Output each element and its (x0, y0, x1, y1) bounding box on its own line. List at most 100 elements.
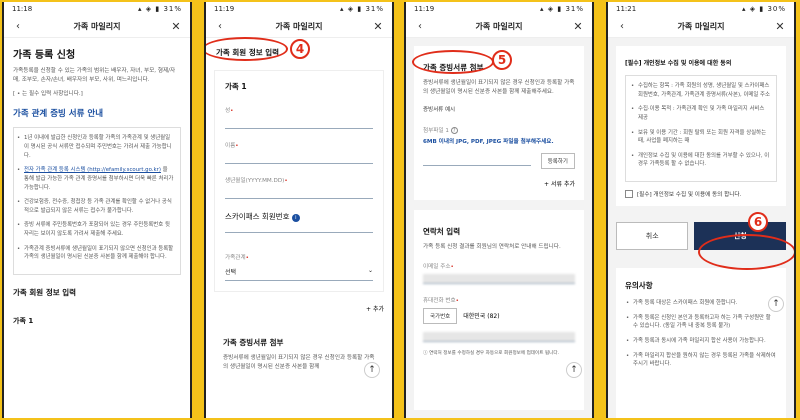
notes-section: 유의사항 가족 등록 대상은 스카이패스 회원에 한합니다. 가족 등록은 신청… (616, 268, 786, 418)
info-icon: i (291, 214, 300, 222)
nav-bar: ‹ 가족 마일리지 ✕ (4, 16, 190, 38)
guide-item: 1년 이내에 발급한 신청인과 등록할 가족의 가족관계 및 생년월일이 명시된… (17, 134, 174, 160)
nav-bar: ‹ 가족 마일리지 ✕ (206, 16, 392, 38)
chevron-left-icon[interactable]: ‹ (616, 21, 628, 32)
status-time: 11:19 (414, 5, 435, 13)
guide-item: 전자 가족 관계 등록 시스템 (http://efamily.scourt.g… (17, 166, 174, 192)
proof-desc: 증빙서류에 생년월일이 표기되지 않은 경우 신청인과 등록할 가족의 생년월일… (223, 355, 375, 370)
nav-bar: ‹ 가족 마일리지 ✕ (406, 16, 592, 38)
phone-screen-1: 11:18 ▴ ◈ ▮ 31% ‹ 가족 마일리지 ✕ 가족 등록 신청 가족등… (2, 2, 192, 418)
family-1-label: 가족 1 (225, 82, 247, 91)
consent-item: 개인정보 수집 및 이용에 대한 동의를 거부할 수 있으나, 이 경우 가족등… (631, 152, 770, 169)
skypass-label: 스카이패스 회원번호 i (225, 211, 373, 222)
chevron-left-icon[interactable]: ‹ (12, 21, 24, 32)
arrow-up-icon[interactable]: ↑ (364, 362, 380, 378)
add-document-button[interactable]: + 서류 추가 (423, 179, 575, 188)
status-bar: 11:19 ▴ ◈ ▮ 31% (214, 5, 384, 13)
status-bar: 11:18 ▴ ◈ ▮ 31% (12, 5, 182, 13)
arrow-up-icon[interactable]: ↑ (566, 362, 582, 378)
status-time: 11:19 (214, 5, 235, 13)
cancel-button[interactable]: 취소 (616, 222, 689, 251)
example-link[interactable]: 증빙서류 예시 (423, 102, 461, 116)
contact-title: 연락처 입력 (423, 226, 461, 236)
consent-title: [필수] 개인정보 수집 및 이용에 대한 동의 (625, 60, 732, 67)
guide-item: 건강보험증, 전수증, 청첩장 등 가족 관계를 확인할 수 없거나 공식적으로… (17, 198, 174, 215)
relation-select[interactable]: 선택 ⌄ (225, 267, 373, 281)
surname-input[interactable] (225, 128, 373, 129)
proof-guide-box: 1년 이내에 발급한 신청인과 등록할 가족의 가족관계 및 생년월일이 명시된… (13, 127, 181, 275)
phone-screen-2: 11:19 ▴ ◈ ▮ 31% ‹ 가족 마일리지 ✕ 가족 회원 정보 입력 … (204, 2, 394, 418)
surname-label: 성• (225, 108, 234, 114)
step-number: 6 (748, 212, 768, 232)
proof-section: 가족 증빙서류 첨부 증빙서류에 생년월일이 표기되지 않은 경우 신청인과 등… (214, 329, 384, 380)
help-icon: ? (450, 127, 458, 135)
name-label: 이름• (225, 143, 239, 149)
step-number: 5 (492, 50, 512, 70)
close-icon[interactable]: ✕ (572, 20, 584, 33)
battery-level: 31% (365, 5, 384, 13)
email-label: 이메일 주소• (423, 263, 454, 270)
country-code-button[interactable]: 국가번호 (423, 307, 458, 324)
birth-label: 생년월일(YYYY.MM.DD)• (225, 178, 288, 184)
consent-item: 수집·이용 목적 : 가족관계 확인 및 가족 마일리지 서비스 제공 (631, 105, 770, 122)
family-scope-desc: 가족등록을 신청할 수 있는 가족의 범위는 배우자, 자녀, 부모, 형제/자… (13, 68, 176, 83)
nav-title: 가족 마일리지 (475, 22, 523, 31)
phone-screen-3: 11:19 ▴ ◈ ▮ 31% ‹ 가족 마일리지 ✕ 가족 증빙서류 첨부 증… (404, 2, 594, 418)
proof-guide-title: 가족 관계 증빙 서류 안내 (13, 109, 104, 120)
close-icon[interactable]: ✕ (774, 20, 786, 33)
birth-input[interactable] (225, 198, 373, 199)
proof-desc: 증빙서류에 생년월일이 표기되지 않은 경우 신청인과 등록할 가족의 생년월일… (423, 80, 575, 95)
skypass-input[interactable] (225, 232, 373, 233)
consent-checkbox[interactable]: [필수] 개인정보 수집 및 이용에 동의 합니다. (625, 190, 777, 199)
family-1-label: 가족 1 (13, 317, 34, 325)
arrow-up-icon[interactable]: ↑ (768, 296, 784, 312)
contact-desc: 가족 등록 신청 결과를 회원님의 연락처로 안내해 드립니다. (423, 243, 561, 250)
chevron-down-icon: ⌄ (367, 267, 373, 274)
consent-item: 보유 및 이용 기간 : 회원 탈퇴 또는 회원 자격을 상실하는 때, 사업을… (631, 129, 770, 146)
highlight-circle (206, 37, 288, 61)
file-input[interactable] (423, 156, 531, 166)
step-number: 4 (290, 39, 310, 59)
status-time: 11:18 (12, 5, 33, 13)
name-input[interactable] (225, 163, 373, 164)
member-input-title: 가족 회원 정보 입력 (13, 288, 77, 297)
phone-field[interactable] (423, 331, 575, 342)
status-bar: 11:19 ▴ ◈ ▮ 31% (414, 5, 584, 13)
highlight-circle (698, 234, 794, 270)
nav-title: 가족 마일리지 (275, 22, 323, 31)
battery-level: 30% (767, 5, 786, 13)
nav-bar: ‹ 가족 마일리지 ✕ (608, 16, 794, 38)
guide-item: 가족관계 증빙서류에 생년월일이 표기되지 않으면 신청인과 등록할 가족의 생… (17, 245, 174, 262)
required-note: [ • 는 필수 입력 사항입니다.] (13, 91, 83, 98)
page-title: 가족 등록 신청 (13, 50, 76, 61)
notes-title: 유의사항 (625, 281, 653, 291)
attach-label: 첨부파일 1 ? (423, 126, 575, 135)
attach-note: 6MB 이내의 JPG, PDF, JPEG 파일을 첨부해주세요. (423, 139, 554, 146)
email-field[interactable] (423, 273, 575, 284)
proof-title: 가족 증빙서류 첨부 (223, 338, 284, 347)
note-item: 가족 마일리지 합산을 원하지 않는 경우 등록된 가족을 삭제하여 주시기 바… (626, 352, 777, 369)
chevron-left-icon[interactable]: ‹ (414, 21, 426, 32)
consent-box: 수집하는 항목 : 가족 회원의 성명, 생년월일 및 스카이패스 회원번호, … (625, 75, 777, 183)
battery-level: 31% (565, 5, 584, 13)
contact-footnote: ⓘ 연락처 정보를 수정하실 경우 자동으로 회원정보에 업데이트 됩니다. (423, 350, 560, 356)
plus-icon: + (544, 180, 550, 188)
efamily-link[interactable]: 전자 가족 관계 등록 시스템 (http://efamily.scourt.g… (24, 167, 161, 173)
register-button[interactable]: 등록하기 (540, 152, 575, 169)
plus-icon: + (366, 306, 372, 313)
guide-item: 증빙 서류에 주민등록번호가 포함되어 있는 경우 주민등록번호 뒷자리는 보이… (17, 221, 174, 238)
chevron-left-icon[interactable]: ‹ (214, 21, 226, 32)
close-icon[interactable]: ✕ (372, 20, 384, 33)
status-bar: 11:21 ▴ ◈ ▮ 30% (616, 5, 786, 13)
relation-label: 가족관계• (225, 255, 249, 261)
family-1-card: 가족 1 성• 이름• 생년월일(YYYY.MM.DD)• 스카이패스 회원번호… (214, 70, 384, 292)
nav-title: 가족 마일리지 (73, 22, 121, 31)
nav-title: 가족 마일리지 (677, 22, 725, 31)
phone-screen-4: 11:21 ▴ ◈ ▮ 30% ‹ 가족 마일리지 ✕ [필수] 개인정보 수집… (606, 2, 796, 418)
status-time: 11:21 (616, 5, 637, 13)
close-icon[interactable]: ✕ (170, 20, 182, 33)
consent-item: 수집하는 항목 : 가족 회원의 성명, 생년월일 및 스카이패스 회원번호, … (631, 82, 770, 99)
highlight-circle (412, 50, 494, 74)
contact-section: 연락처 입력 가족 등록 신청 결과를 회원님의 연락처로 안내해 드립니다. … (414, 209, 584, 410)
add-family-button[interactable]: + 추가 (206, 292, 392, 313)
